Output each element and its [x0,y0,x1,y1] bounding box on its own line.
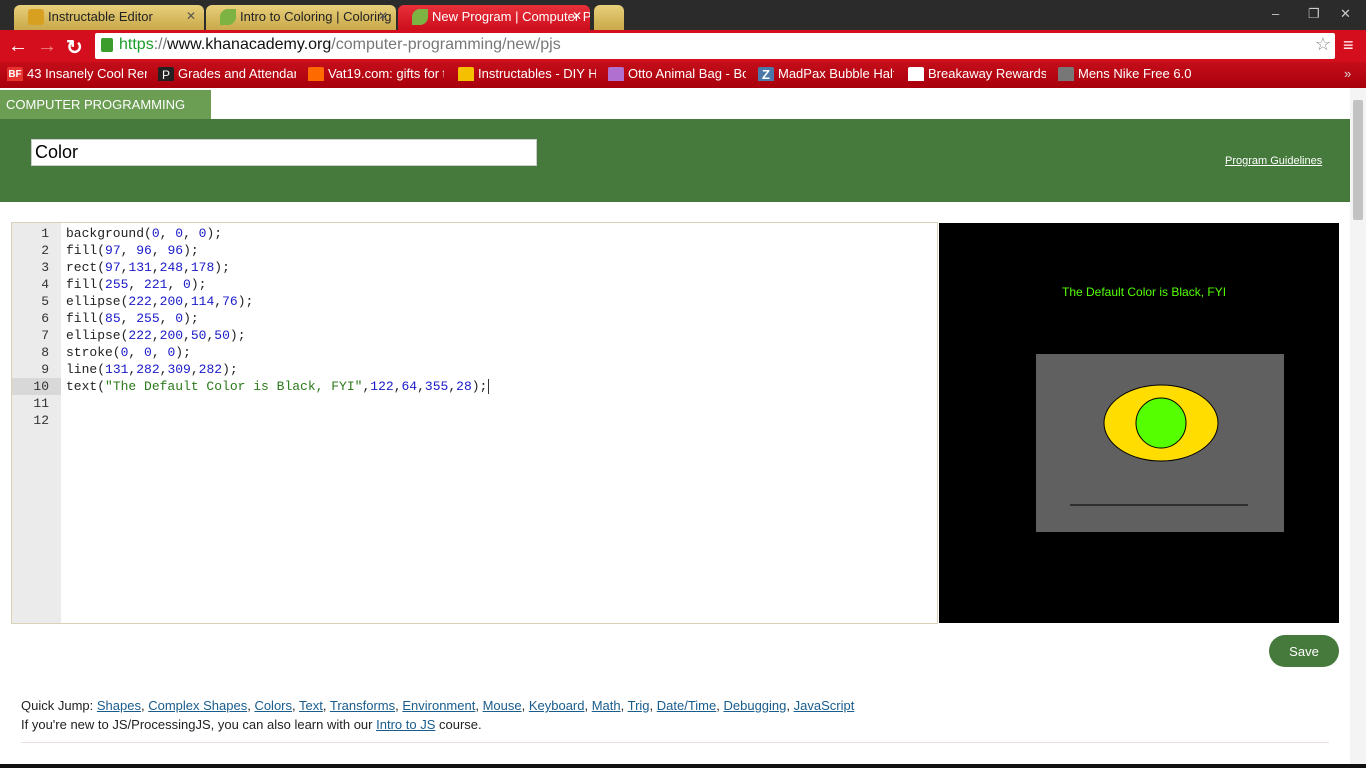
code-line[interactable]: fill(97, 96, 96); [66,242,199,259]
program-guidelines-link[interactable]: Program Guidelines [1225,155,1322,167]
back-icon[interactable]: ← [8,35,28,58]
menu-icon[interactable]: ≡ [1343,35,1354,56]
canvas-drawing: The Default Color is Black, FYI [1036,285,1284,532]
program-title-input[interactable] [31,139,537,166]
shirt-icon [908,67,924,81]
program-header: Program Guidelines [0,119,1350,202]
code-line[interactable]: text("The Default Color is Black, FYI",1… [66,378,490,395]
z-icon: Z [758,67,774,81]
code-line[interactable]: ellipse(222,200,114,76); [66,293,253,310]
page-scrollbar[interactable] [1350,88,1366,768]
close-tab-icon[interactable]: ✕ [186,9,196,23]
leaf-icon [412,9,428,25]
quick-jump: Quick Jump: Shapes, Complex Shapes, Colo… [21,698,855,732]
canvas-text: The Default Color is Black, FYI [1062,285,1226,299]
new-tab-button[interactable] [594,5,624,30]
bookmarks-bar: BF 43 Insanely Cool Rem P Grades and Atten… [0,62,1366,88]
bookmark-item[interactable]: Mens Nike Free 6.0 : [1058,66,1194,81]
line-number: 1 [41,226,49,241]
close-window-icon[interactable]: ✕ [1340,6,1351,22]
intro-to-js-link[interactable]: Intro to JS [376,717,435,732]
line-number: 2 [41,243,49,258]
line-number: 11 [33,396,49,411]
powerschool-icon: P [158,67,174,81]
page-content: COMPUTER PROGRAMMING Program Guidelines … [0,88,1350,768]
quick-link-math[interactable]: Math [592,698,621,713]
tab-intro-to-coloring[interactable]: Intro to Coloring | Coloring ✕ [206,5,396,30]
quick-link-mouse[interactable]: Mouse [483,698,522,713]
quick-link-transforms[interactable]: Transforms [330,698,395,713]
canvas-ellipse-green [1135,397,1187,449]
bookmark-item[interactable]: Otto Animal Bag - Box [608,66,746,81]
scrollbar-thumb[interactable] [1353,100,1363,220]
nike-icon [1058,67,1074,81]
cart-icon [308,67,324,81]
tab-instructable-editor[interactable]: Instructable Editor ✕ [14,5,204,30]
close-tab-icon[interactable]: ✕ [572,9,582,23]
bookmark-item[interactable]: Vat19.com: gifts for the [308,66,444,81]
bookmark-item[interactable]: Breakaway Rewards [908,66,1046,81]
save-button[interactable]: Save [1269,635,1339,667]
output-canvas[interactable]: The Default Color is Black, FYI [939,223,1339,623]
bookmark-item[interactable]: Instructables - DIY How [458,66,596,81]
code-line[interactable]: ellipse(222,200,50,50); [66,327,246,344]
bookmark-item[interactable]: BF 43 Insanely Cool Rem [7,66,147,81]
reload-icon[interactable]: ↻ [66,35,83,60]
line-number: 10 [33,379,49,394]
bookmark-item[interactable]: PGrades and Attendance [158,66,296,81]
quick-link-date-time[interactable]: Date/Time [657,698,716,713]
bookmark-item[interactable]: Z MadPax Bubble Half [758,66,894,81]
line-number: 6 [41,311,49,326]
section-tab[interactable]: COMPUTER PROGRAMMING [0,90,211,119]
line-number: 8 [41,345,49,360]
quick-link-shapes[interactable]: Shapes [97,698,141,713]
quick-link-environment[interactable]: Environment [402,698,475,713]
lock-icon [101,38,113,52]
code-line[interactable]: background(0, 0, 0); [66,225,222,242]
tab-new-program[interactable]: New Program | Computer Programming✕ [398,5,590,30]
browser-tabbar: Instructable Editor ✕ Intro to Coloring |… [0,0,1366,30]
quick-link-debugging[interactable]: Debugging [723,698,786,713]
address-bar[interactable]: https://www.khanacademy.org/computer-pro… [95,33,1335,59]
code-editor[interactable]: 1 background(0, 0, 0); 2 fill(97, 96, 96); 3… [11,222,938,624]
line-number: 9 [41,362,49,377]
code-line[interactable]: fill(85, 255, 0); [66,310,199,327]
line-number: 5 [41,294,49,309]
line-number: 12 [33,413,49,428]
quick-link-text[interactable]: Text [299,698,323,713]
code-line[interactable]: stroke(0, 0, 0); [66,344,191,361]
quick-link-complex-shapes[interactable]: Complex Shapes [148,698,247,713]
robot-icon [458,67,474,81]
star-icon[interactable]: ☆ [1315,34,1331,55]
more-bookmarks-icon[interactable]: » [1344,66,1351,81]
leaf-icon [220,9,236,25]
line-number: 7 [41,328,49,343]
forward-icon[interactable]: → [37,35,57,58]
code-line[interactable]: fill(255, 221, 0); [66,276,206,293]
minimize-icon[interactable]: – [1272,6,1279,21]
divider [21,742,1329,743]
robot-icon [28,9,44,25]
quick-link-javascript[interactable]: JavaScript [794,698,855,713]
line-number: 3 [41,260,49,275]
code-line[interactable]: line(131,282,309,282); [66,361,238,378]
code-line[interactable]: rect(97,131,248,178); [66,259,230,276]
quick-link-trig[interactable]: Trig [628,698,650,713]
close-tab-icon[interactable]: ✕ [378,9,388,23]
browser-toolbar: ← → ↻ https://www.khanacademy.org/comput… [0,30,1366,62]
bottom-edge [0,764,1366,768]
quick-link-keyboard[interactable]: Keyboard [529,698,585,713]
restore-icon[interactable]: ❐ [1308,6,1320,22]
cart-icon [608,67,624,81]
quick-link-colors[interactable]: Colors [254,698,292,713]
buzzfeed-icon: BF [7,67,23,81]
line-number: 4 [41,277,49,292]
